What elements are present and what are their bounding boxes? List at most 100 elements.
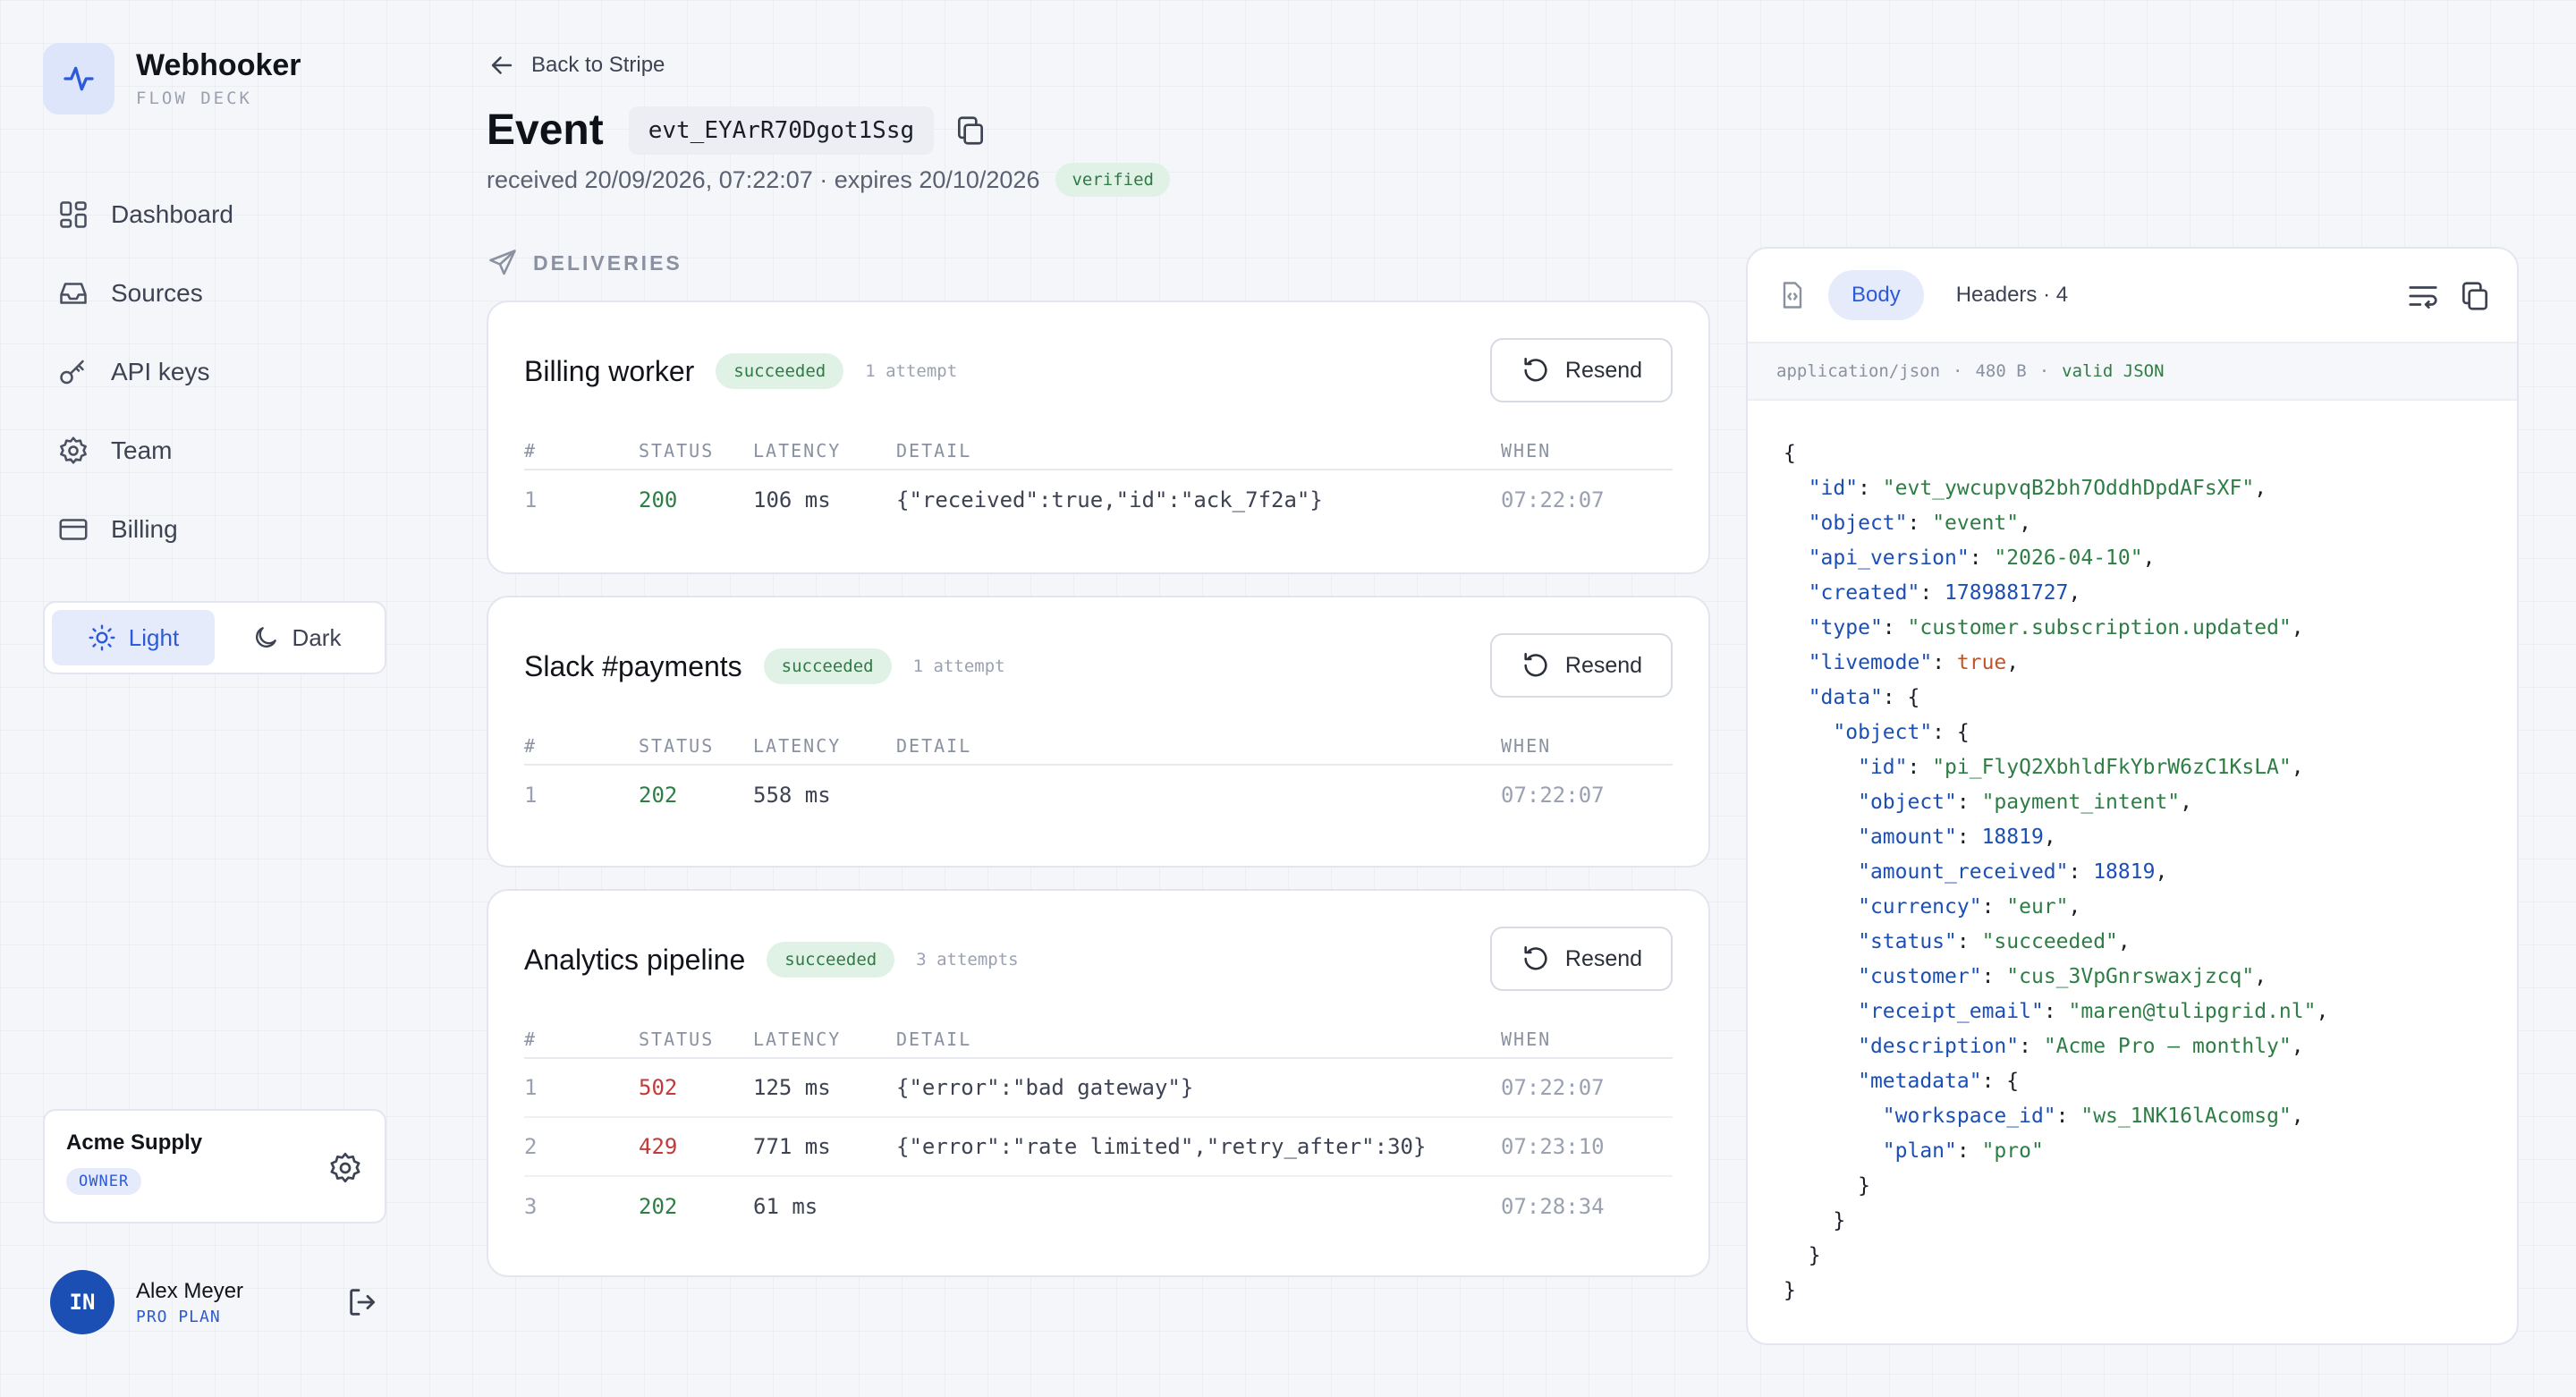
json-line: "object": { [1784, 715, 2481, 750]
sidebar-nav: Dashboard Sources API keys Team Billing [43, 175, 383, 569]
attempt-number: 2 [524, 1134, 538, 1159]
resend-label: Resend [1564, 357, 1643, 383]
payload-size: 480 B [1975, 361, 2027, 381]
timestamp: 07:28:34 [1501, 1194, 1605, 1219]
theme-light-button[interactable]: Light [52, 610, 215, 665]
json-line: { [1784, 436, 2481, 471]
attempt-number: 1 [524, 783, 538, 808]
copy-payload-icon[interactable] [2458, 279, 2492, 313]
json-token: , [2316, 1000, 2329, 1023]
table-header: # STATUS LATENCY DETAIL WHEN [524, 735, 1673, 766]
json-token: , [2291, 616, 2304, 639]
detail: {"received":true,"id":"ack_7f2a"} [896, 487, 1323, 512]
sidebar-item-api-keys[interactable]: API keys [43, 333, 383, 411]
col-latency: LATENCY [753, 440, 842, 461]
user-plan: PRO PLAN [136, 1307, 221, 1326]
delivery-card: Slack #payments succeeded 1 attempt Rese… [487, 596, 1710, 868]
wrap-lines-icon[interactable] [2406, 279, 2440, 313]
table-header: # STATUS LATENCY DETAIL WHEN [524, 440, 1673, 470]
json-line: } [1784, 1239, 2481, 1274]
attempt-count: 1 attempt [912, 656, 1005, 676]
delivery-name: Analytics pipeline [524, 943, 746, 976]
sidebar-item-sources[interactable]: Sources [43, 254, 383, 333]
theme-dark-label: Dark [292, 623, 342, 651]
json-token: "metadata" [1858, 1070, 1982, 1093]
sidebar-item-label: Team [111, 436, 173, 464]
json-token: "object" [1858, 791, 1957, 814]
json-token: : { [1882, 686, 1920, 709]
json-line: "amount": 18819, [1784, 820, 2481, 855]
arrow-left-icon [487, 50, 517, 80]
col-status: STATUS [639, 735, 715, 757]
org-settings-gear-icon[interactable] [327, 1150, 363, 1186]
sidebar-item-dashboard[interactable]: Dashboard [43, 175, 383, 254]
json-token: "object" [1808, 512, 1908, 535]
json-token: "api_version" [1808, 546, 1970, 570]
json-token: } [1784, 1244, 1821, 1267]
sidebar-item-team[interactable]: Team [43, 411, 383, 490]
json-token: "data" [1808, 686, 1883, 709]
refresh-icon [1521, 944, 1551, 974]
resend-button[interactable]: Resend [1490, 633, 1673, 698]
col-latency: LATENCY [753, 1029, 842, 1050]
moon-icon [251, 623, 280, 652]
col-number: # [524, 735, 538, 757]
json-token: "amount" [1858, 826, 1957, 849]
tab-body[interactable]: Body [1828, 270, 1924, 320]
attempt-number: 1 [524, 487, 538, 512]
json-token: "ws_1NK16lAcomsg" [2080, 1105, 2292, 1128]
json-token: 1789881727 [1945, 581, 2069, 605]
status-code: 200 [639, 487, 678, 512]
delivery-table: # STATUS LATENCY DETAIL WHEN 1 202 558 m… [524, 735, 1673, 825]
json-token: : [1932, 651, 1957, 674]
json-token: { [1784, 442, 1796, 465]
json-line: } [1784, 1274, 2481, 1308]
copy-icon[interactable] [953, 114, 987, 148]
sidebar-item-billing[interactable]: Billing [43, 490, 383, 569]
back-link[interactable]: Back to Stripe [487, 50, 665, 80]
col-detail: DETAIL [896, 735, 972, 757]
json-line: } [1784, 1204, 2481, 1239]
json-token: } [1784, 1209, 1846, 1232]
json-token: "amount_received" [1858, 860, 2069, 884]
col-status: STATUS [639, 1029, 715, 1050]
json-token: 18819 [1981, 826, 2044, 849]
detail: {"error":"bad gateway"} [896, 1075, 1194, 1100]
send-icon [487, 247, 519, 279]
json-token: "customer.subscription.updated" [1907, 616, 2292, 639]
json-token: "cus_3VpGnrswaxjzcq" [2006, 965, 2255, 988]
json-token: , [2291, 1035, 2304, 1058]
table-row: 1 502 125 ms {"error":"bad gateway"} 07:… [524, 1059, 1673, 1118]
logout-icon[interactable] [345, 1284, 381, 1320]
json-token: "id" [1858, 756, 1908, 779]
resend-button[interactable]: Resend [1490, 338, 1673, 402]
theme-dark-button[interactable]: Dark [215, 610, 377, 665]
col-when: WHEN [1501, 1029, 1552, 1050]
brand: Webhooker FLOW DECK [43, 43, 301, 114]
status-code: 202 [639, 783, 678, 808]
json-token: : { [1932, 721, 1970, 744]
refresh-icon [1521, 650, 1551, 681]
attempt-number: 1 [524, 1075, 538, 1100]
attempt-count: 1 attempt [865, 361, 958, 381]
deliveries-label: DELIVERIES [533, 250, 682, 275]
json-token: , [2254, 965, 2267, 988]
json-line: "object": "event", [1784, 506, 2481, 541]
avatar[interactable]: IN [50, 1270, 114, 1334]
json-token: : [1956, 826, 1982, 849]
json-token: true [1956, 651, 2007, 674]
title-row: Event evt_EYArR70Dgot1Ssg [487, 106, 987, 155]
table-row: 1 202 558 ms 07:22:07 [524, 766, 1673, 825]
role-badge: OWNER [66, 1168, 142, 1195]
json-token: : [1858, 477, 1883, 500]
gear-icon [57, 435, 89, 467]
resend-button[interactable]: Resend [1490, 927, 1673, 991]
col-latency: LATENCY [753, 735, 842, 757]
col-number: # [524, 440, 538, 461]
json-line: "currency": "eur", [1784, 890, 2481, 925]
key-icon [57, 356, 89, 388]
tab-headers[interactable]: Headers · 4 [1933, 270, 2091, 320]
